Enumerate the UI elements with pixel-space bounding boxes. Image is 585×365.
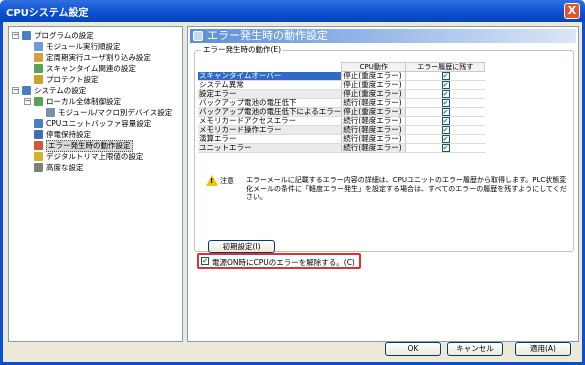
ok-button[interactable]: OK [385, 342, 441, 356]
panel-header: エラー発生時の動作設定 [190, 29, 576, 43]
error-settings-icon [193, 31, 203, 41]
tree-node-label: システムの設定 [34, 86, 87, 95]
column-header-history: エラー履歴に残す [405, 62, 486, 72]
table-row[interactable]: システム異常 停止(重度エラー) ✔ [198, 80, 485, 90]
history-checkbox[interactable]: ✔ [441, 108, 450, 116]
power-icon [34, 130, 43, 139]
group-title: エラー発生時の動作(E) [201, 45, 284, 55]
tree-node-label: 高度な設定 [46, 163, 84, 172]
collapse-toggle[interactable]: − [12, 32, 19, 39]
settings-folder-icon [22, 86, 31, 95]
collapse-toggle[interactable]: − [12, 87, 19, 94]
error-behavior-group: エラー発生時の動作(E) CPU動作 エラー履歴に残す スキャンタイムオーバー … [194, 45, 574, 253]
error-table: CPU動作 エラー履歴に残す スキャンタイムオーバー 停止(重度エラー) ✔ シ… [198, 62, 486, 153]
history-checkbox[interactable]: ✔ [441, 81, 450, 89]
tree-node-label: モジュール/マクロ別デバイス設定 [58, 108, 173, 117]
advanced-icon [34, 163, 43, 172]
history-checkbox[interactable]: ✔ [441, 135, 450, 143]
history-checkbox[interactable]: ✔ [441, 90, 450, 98]
trimmer-icon [34, 152, 43, 161]
tree-node-label: プログラムの設定 [34, 31, 94, 40]
error-icon [34, 141, 43, 150]
network-icon [34, 97, 43, 106]
tree-node-label: スキャンタイム関連の設定 [46, 64, 136, 73]
initial-settings-button[interactable]: 初期設定(I) [208, 240, 275, 253]
title-bar: CPUシステム設定 X [0, 0, 585, 22]
dialog-body: − プログラムの設定 モジュール実行順設定 定周期実行ユーザ割り込み設定 スキャ… [0, 22, 585, 365]
history-checkbox[interactable]: ✔ [441, 144, 450, 152]
warning-icon: ! [206, 175, 218, 186]
cpu-icon [34, 119, 43, 128]
tree-node-label: プロテクト設定 [46, 75, 99, 84]
scan-icon [34, 64, 43, 73]
tree-node-label: 停電保持設定 [46, 130, 91, 139]
history-checkbox[interactable]: ✔ [441, 126, 450, 134]
note-label: 注意 [220, 177, 234, 185]
close-button[interactable]: X [564, 3, 580, 19]
history-checkbox[interactable]: ✔ [441, 99, 450, 107]
device-icon [46, 108, 55, 117]
tree-node-label: CPUユニットバッファ容量設定 [46, 119, 152, 128]
table-row[interactable]: メモリカード操作エラー 続行(軽度エラー) ✔ [198, 125, 485, 135]
collapse-toggle[interactable]: − [24, 98, 31, 105]
clock-icon [34, 53, 43, 62]
history-checkbox[interactable]: ✔ [441, 72, 450, 80]
clear-error-label: 電源ON時にCPUのエラーを解除する。(C) [212, 258, 355, 267]
panel-title: エラー発生時の動作設定 [207, 29, 328, 42]
module-icon [34, 42, 43, 51]
lock-icon [34, 75, 43, 84]
settings-folder-icon [22, 31, 31, 40]
table-row[interactable]: ユニットエラー 続行(軽度エラー) ✔ [198, 143, 485, 153]
settings-panel: エラー発生時の動作設定 エラー発生時の動作(E) CPU動作 エラー履歴に残す … [187, 26, 579, 342]
history-checkbox[interactable]: ✔ [441, 117, 450, 125]
tree-node-label: デジタルトリマ上限値の設定 [46, 152, 144, 161]
settings-tree: − プログラムの設定 モジュール実行順設定 定周期実行ユーザ割り込み設定 スキャ… [8, 26, 183, 342]
caution-note: ! 注意 エラーメールに記載するエラー内容の詳細は、CPUユニットのエラー履歴か… [203, 175, 573, 211]
tree-node-label: ローカル全体制御設定 [46, 97, 121, 106]
clear-error-option[interactable]: ✔ 電源ON時にCPUのエラーを解除する。(C) [197, 253, 361, 269]
tree-node-label: モジュール実行順設定 [46, 42, 121, 51]
clear-error-checkbox[interactable]: ✔ [201, 257, 209, 265]
error-name: ユニットエラー [198, 143, 342, 153]
tree-node-label: 定周期実行ユーザ割り込み設定 [46, 53, 151, 62]
cpu-mode-select[interactable]: 続行(軽度エラー) [341, 143, 406, 153]
cancel-button[interactable]: キャンセル [447, 342, 503, 356]
apply-button[interactable]: 適用(A) [515, 342, 571, 356]
window-title: CPUシステム設定 [6, 8, 89, 19]
note-text: エラーメールに記載するエラー内容の詳細は、CPUユニットのエラー履歴から取得しま… [246, 176, 567, 201]
tree-node-label: エラー発生時の動作設定 [46, 140, 133, 152]
